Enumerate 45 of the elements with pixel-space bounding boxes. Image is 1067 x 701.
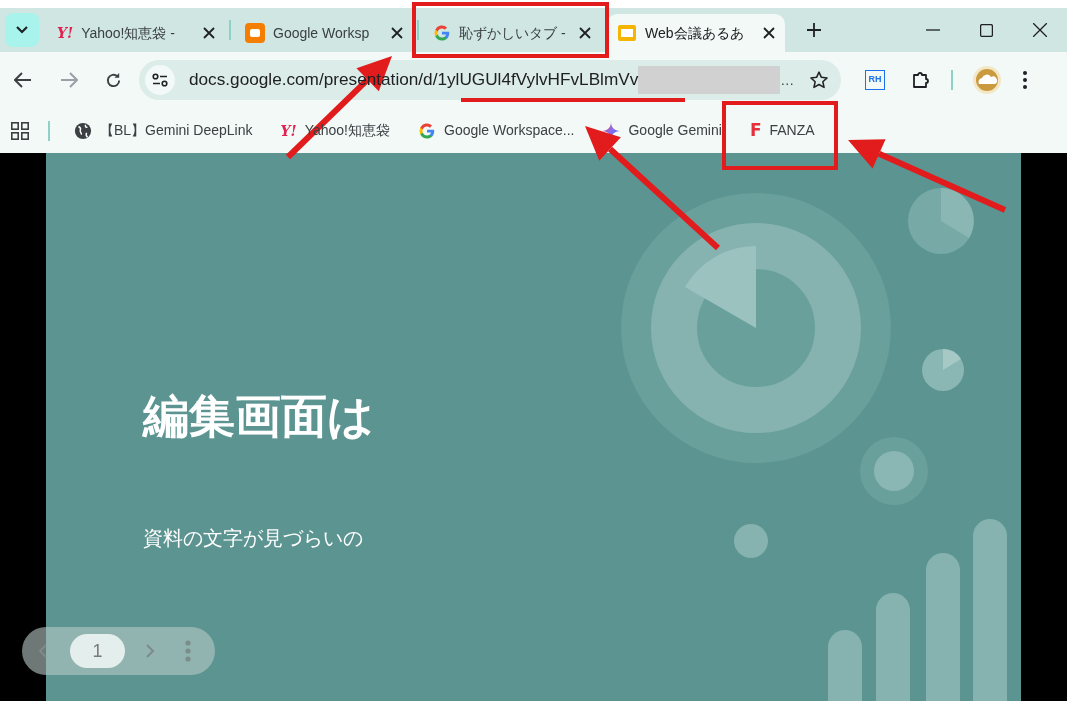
slide-title: 編集画面は [143,393,375,439]
browser-tab[interactable]: Google Worksp [235,14,413,52]
star-icon[interactable] [809,70,829,90]
globe-icon [74,121,92,140]
extension-icon[interactable]: RH [865,70,885,90]
url-ellipsis: … [780,70,795,90]
fanza-logo-icon: F [749,122,762,139]
google-icon [418,121,436,140]
close-icon[interactable] [579,27,591,39]
menu-icon[interactable] [1023,71,1027,89]
bookmark-title: Google Workspace... [444,121,575,140]
bookmark-title: FANZA [769,121,815,140]
tab-title: 恥ずかしいタブ - [459,23,567,43]
tab-title: Web会議あるあ [645,23,745,43]
slides-icon [617,23,637,43]
chevron-down-icon [16,26,28,34]
maximize-icon[interactable] [980,23,993,37]
bookmark-title: Google Gemini [628,121,722,140]
yahoo-logo-icon: Y! [280,123,297,138]
tune-icon [152,73,168,87]
puzzle-icon[interactable] [911,70,931,90]
browser-tab[interactable]: 恥ずかしいタブ - [423,14,601,52]
apps-grid-icon[interactable] [11,121,29,140]
close-icon[interactable] [203,27,215,39]
blogger-icon [245,23,265,43]
bookmark-item[interactable]: Google Workspace... [404,114,589,147]
tab-search-button[interactable] [5,13,39,47]
google-icon [433,24,451,42]
avatar-icon[interactable] [973,66,1001,94]
bookmark-item[interactable]: 【BL】Gemini DeepLink [60,114,267,147]
browser-tab[interactable]: Y! Yahoo!知恵袋 - [47,14,225,52]
close-icon[interactable] [763,27,775,39]
yahoo-logo-icon: Y! [57,26,74,40]
close-icon[interactable] [1033,23,1047,37]
new-tab-icon[interactable] [807,23,821,37]
close-icon[interactable] [391,27,403,39]
tab-title: Yahoo!知恵袋 - [81,23,177,43]
site-info-button[interactable] [145,65,175,95]
tab-title: Google Worksp [273,23,371,43]
bookmark-title: 【BL】Gemini DeepLink [100,121,253,140]
slide-subtitle: 資料の文字が見づらいの [143,526,364,551]
back-arrow-icon[interactable] [14,72,32,88]
browser-tab[interactable]: Web会議あるあ [607,14,785,52]
bookmark-item[interactable]: F FANZA [735,114,829,147]
reload-icon[interactable] [105,71,122,89]
